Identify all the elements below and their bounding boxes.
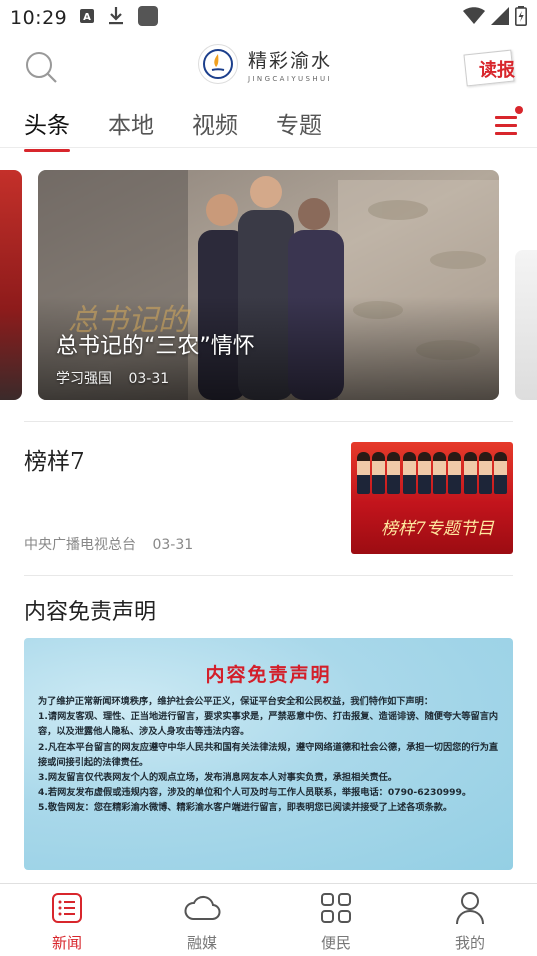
nav-profile[interactable]: 我的 [430, 890, 510, 953]
battery-icon [515, 6, 527, 30]
notice-image[interactable]: 内容免责声明 为了维护正常新闻环境秩序，维护社会公平正义，保证平台安全和公民权益… [24, 638, 513, 870]
thumbnail-caption: 榜样7专题节目 [381, 519, 494, 539]
slide-photo: 总书记的 [38, 170, 499, 400]
svg-text:A: A [83, 12, 91, 23]
news-list-icon [27, 890, 107, 926]
nav-label: 融媒 [186, 934, 217, 952]
notification-a-icon: A [79, 8, 95, 28]
tab-label: 头条 [24, 113, 70, 139]
slide-source: 学习强国 [56, 371, 112, 387]
news-source: 中央广播电视总台 [24, 537, 136, 553]
headline-carousel[interactable]: 总书记的 总书记的“三农”情怀 学习强国 03-31 [0, 170, 537, 402]
notice-image-title: 内容免责声明 [205, 664, 332, 686]
nav-services[interactable]: 便民 [296, 890, 376, 953]
brand: 精彩渝水 JINGCAIYUSHUI [198, 44, 332, 84]
read-paper-button[interactable]: 读报 [463, 48, 517, 88]
tab-video[interactable]: 视频 [192, 106, 238, 140]
tab-label: 本地 [108, 113, 154, 139]
status-time: 10:29 [10, 7, 68, 29]
thumbnail-portraits [357, 452, 507, 494]
news-meta: 中央广播电视总台 03-31 [24, 534, 193, 554]
channel-tabs: 头条 本地 视频 专题 [0, 100, 537, 152]
search-button[interactable] [24, 50, 58, 84]
app-header: 精彩渝水 JINGCAIYUSHUI 读报 [0, 40, 537, 96]
nav-news[interactable]: 新闻 [27, 890, 107, 953]
brand-name: 精彩渝水 [248, 49, 333, 72]
notice-paragraph: 5.敬告网友：您在精彩渝水微博、精彩渝水客户端进行留言，即表明您已阅读并接受了上… [38, 802, 453, 814]
nav-label: 新闻 [51, 934, 82, 952]
brand-pinyin: JINGCAIYUSHUI [248, 74, 333, 83]
nav-label: 便民 [320, 934, 351, 952]
notification-dot [515, 106, 523, 114]
download-icon [107, 6, 125, 30]
nav-label: 我的 [454, 934, 485, 952]
notice-heading: 内容免责声明 [24, 600, 157, 625]
tab-local[interactable]: 本地 [108, 106, 154, 140]
news-item[interactable]: 榜样7 中央广播电视总台 03-31 榜样7专题节目 [24, 422, 513, 572]
slide-title: 总书记的“三农”情怀 [56, 334, 255, 359]
carousel-prev-slide[interactable] [0, 170, 22, 400]
notice-paragraph: 2.凡在本平台留言的网友应遵守中华人民共和国有关法律法规，遵守网络道德和社会公德… [38, 741, 499, 768]
notice-paragraph: 为了维护正常新闻环境秩序，维护社会公平正义，保证平台安全和公民权益，我们特作如下… [38, 696, 434, 707]
tab-headlines[interactable]: 头条 [24, 106, 70, 152]
tab-topics[interactable]: 专题 [276, 106, 322, 140]
news-date: 03-31 [152, 537, 194, 553]
notice-paragraph: 4.若网友发布虚假或违规内容，涉及的单位和个人可及时与工作人员联系，举报电话：0… [38, 787, 472, 799]
wifi-icon [463, 7, 485, 29]
tab-label: 专题 [276, 113, 322, 139]
news-thumbnail: 榜样7专题节目 [351, 442, 513, 554]
app-square-icon [137, 5, 159, 31]
slide-meta: 学习强国 03-31 [56, 368, 169, 388]
notice-body: 为了维护正常新闻环境秩序，维护社会公平正义，保证平台安全和公民权益，我们特作如下… [38, 694, 499, 816]
grid-icon [296, 890, 376, 926]
channel-menu-button[interactable] [493, 106, 523, 138]
carousel-current-slide[interactable]: 总书记的 总书记的“三农”情怀 学习强国 03-31 [38, 170, 499, 400]
news-title: 榜样7 [24, 449, 85, 475]
search-icon [26, 52, 57, 83]
tab-active-indicator [24, 149, 70, 152]
notice-paragraph: 1.请网友客观、理性、正当地进行留言，要求实事求是，严禁恶意中伤、打击报复、造谣… [38, 711, 499, 738]
tab-label: 视频 [192, 113, 238, 139]
slide-date: 03-31 [128, 371, 170, 387]
cloud-icon [162, 890, 242, 926]
notice-paragraph: 3.网友留言仅代表网友个人的观点立场，发布消息网友本人对事实负责，承担相关责任。 [38, 772, 398, 784]
divider [24, 575, 513, 576]
carousel-next-slide[interactable] [515, 250, 537, 400]
read-paper-label: 读报 [479, 60, 515, 81]
signal-icon [491, 7, 509, 29]
bottom-navigation: 新闻 融媒 便民 我的 [0, 883, 537, 956]
brand-logo-icon [198, 44, 238, 84]
nav-media[interactable]: 融媒 [162, 890, 242, 953]
person-icon [430, 890, 510, 926]
status-bar: 10:29 A [0, 0, 537, 36]
